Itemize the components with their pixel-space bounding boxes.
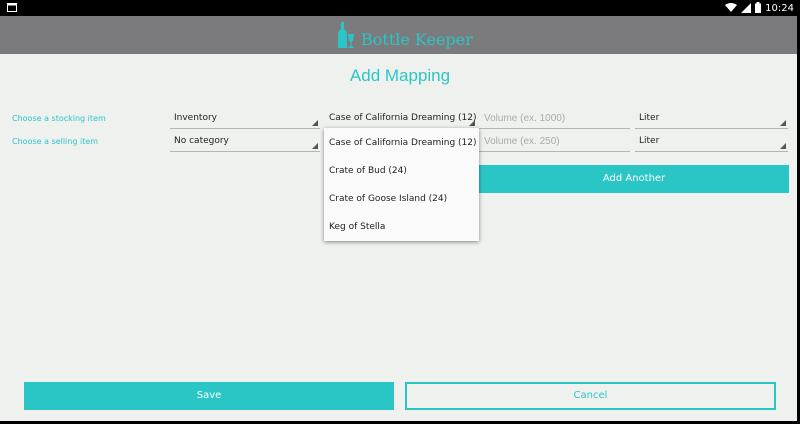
stocking-item-spinner[interactable]: Case of California Dreaming (12) [325,111,477,129]
selling-volume-input[interactable]: Volume (ex. 250) [479,134,630,152]
dropdown-option[interactable]: Keg of Stella [329,222,385,232]
stocking-category-spinner[interactable]: Inventory [170,111,320,129]
dropdown-option[interactable]: Case of California Dreaming (12) [329,138,477,148]
dropdown-arrow-icon [469,120,475,126]
dropdown-arrow-icon [312,143,318,149]
page-title: Add Mapping [349,66,451,85]
stocking-item-value: Case of California Dreaming (12) [329,113,477,123]
bottle-glass-icon [337,22,355,52]
battery-icon [755,2,762,16]
wifi-icon [725,2,738,16]
stocking-category-value: Inventory [174,113,217,123]
selling-unit-value: Liter [639,136,660,146]
dropdown-option[interactable]: Crate of Goose Island (24) [329,194,447,204]
stocking-item-label: Choose a stocking item [12,114,106,123]
add-another-button[interactable]: Add Another [479,165,789,193]
clock: 10:24 [765,3,794,14]
screenshot-icon [7,3,17,12]
stocking-item-dropdown: Case of California Dreaming (12) Crate o… [324,128,479,241]
cancel-button[interactable]: Cancel [405,382,776,410]
app-brand: Bottle Keeper [337,22,473,52]
dropdown-option[interactable]: Crate of Bud (24) [329,166,407,176]
selling-category-value: No category [174,136,229,146]
app-bar: Bottle Keeper [0,16,800,54]
selling-category-spinner[interactable]: No category [170,134,320,152]
signal-icon [741,2,752,16]
save-button[interactable]: Save [24,382,394,410]
dropdown-arrow-icon [780,143,786,149]
status-bar: 10:24 [0,0,800,16]
selling-item-label: Choose a selling item [12,137,99,146]
stocking-unit-value: Liter [639,113,660,123]
stocking-volume-input[interactable]: Volume (ex. 1000) [479,111,630,129]
dropdown-arrow-icon [780,120,786,126]
dropdown-arrow-icon [312,120,318,126]
app-name: Bottle Keeper [361,29,473,49]
selling-unit-spinner[interactable]: Liter [635,134,788,152]
stocking-unit-spinner[interactable]: Liter [635,111,788,129]
